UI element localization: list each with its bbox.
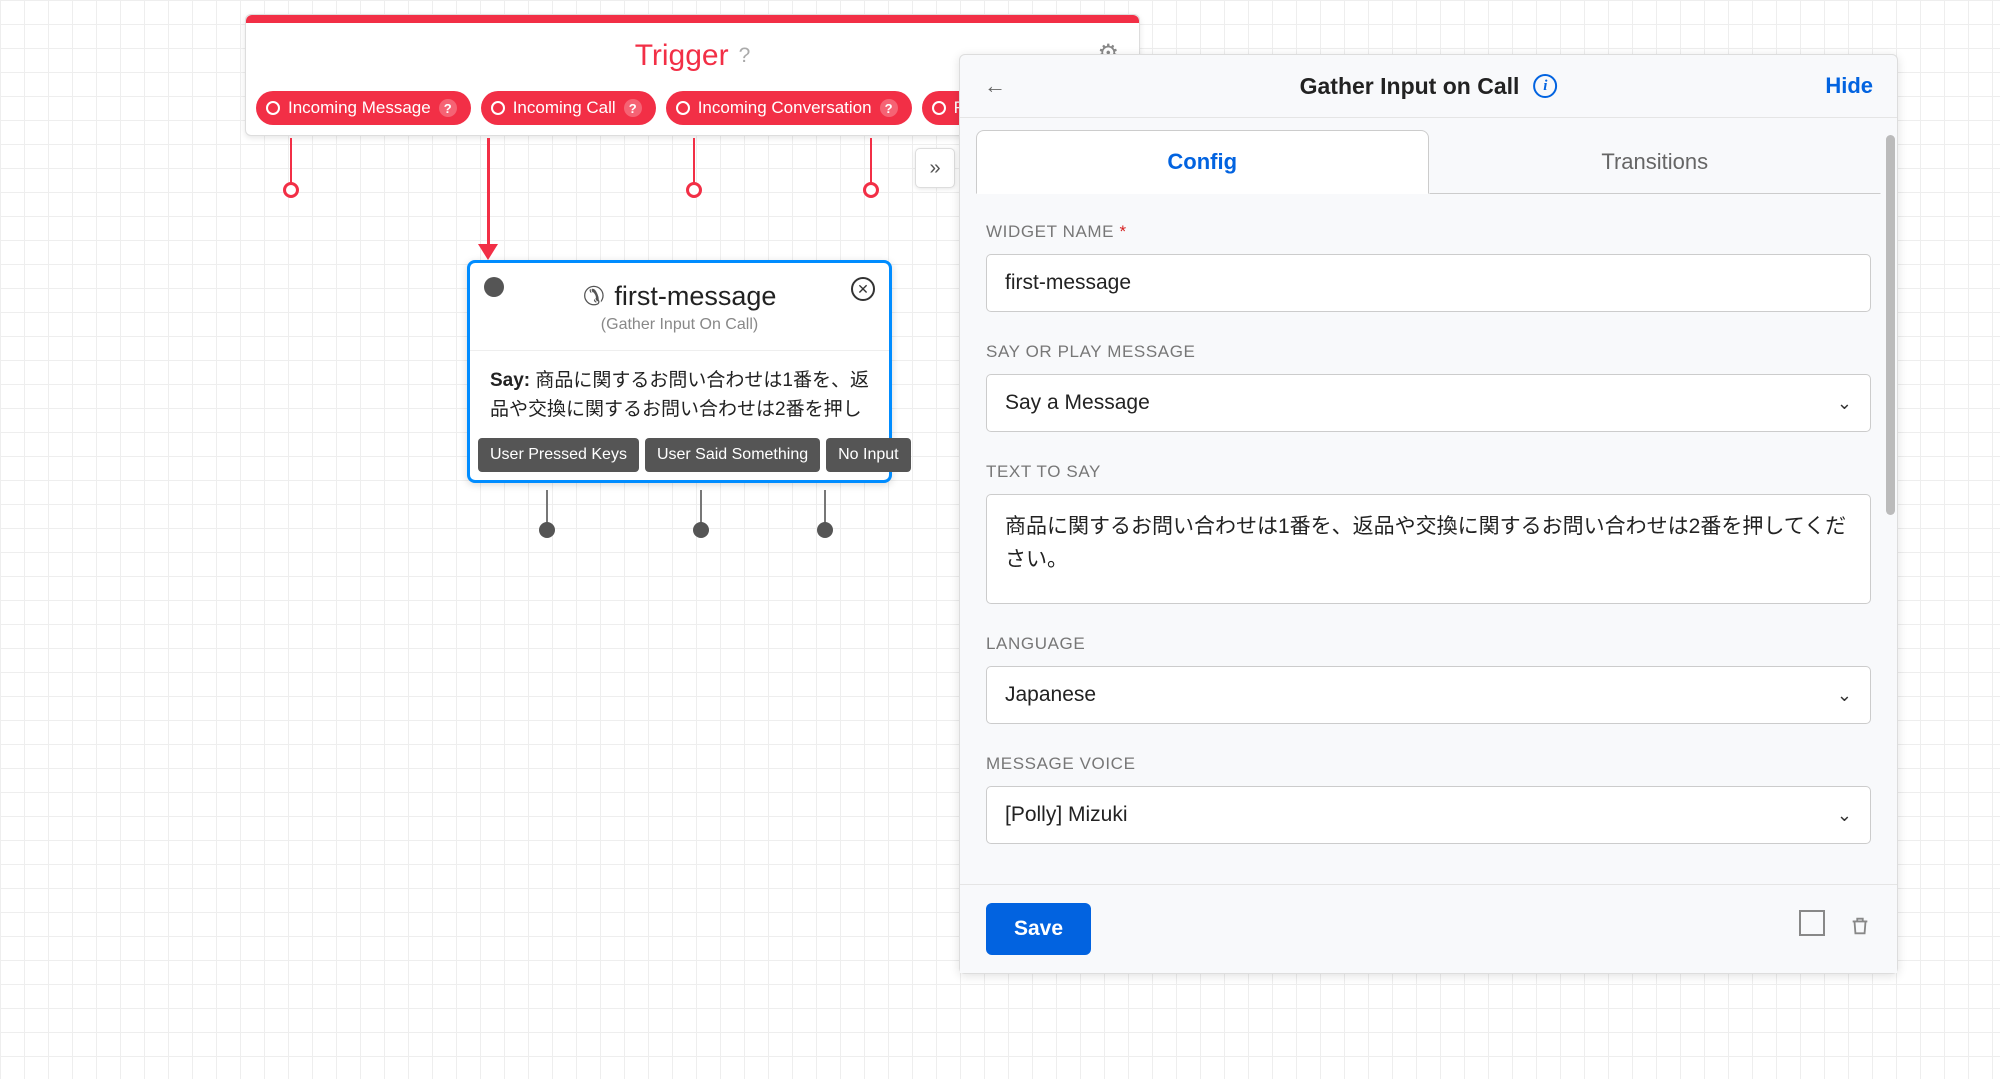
pill-label: Incoming Call	[513, 98, 616, 118]
first-message-widget[interactable]: ✕ ✆first-message (Gather Input On Call) …	[467, 260, 892, 483]
connector	[870, 138, 872, 190]
connector-dot[interactable]	[817, 522, 833, 538]
close-icon[interactable]: ✕	[851, 277, 875, 301]
trash-icon[interactable]	[1849, 914, 1871, 944]
select-value: Japanese	[1005, 683, 1096, 707]
chevron-down-icon: ⌄	[1837, 685, 1852, 706]
help-icon[interactable]: ?	[439, 99, 457, 117]
say-text: 商品に関するお問い合わせは1番を、返品や交換に関するお問い合わせは2番を押し	[490, 370, 869, 420]
connector-dot[interactable]	[283, 182, 299, 198]
chevron-down-icon: ⌄	[1837, 393, 1852, 414]
trigger-output-incoming-message[interactable]: Incoming Message?	[256, 91, 471, 125]
help-icon[interactable]: ?	[880, 99, 898, 117]
widget-name-input[interactable]	[986, 254, 1871, 312]
hide-button[interactable]: Hide	[1825, 73, 1873, 99]
connector-dot[interactable]	[539, 522, 555, 538]
pill-label: Incoming Message	[288, 98, 431, 118]
output-user-said-something[interactable]: User Said Something	[645, 438, 820, 472]
trigger-title: Trigger	[635, 39, 729, 73]
widget-body: Say: 商品に関するお問い合わせは1番を、返品や交換に関するお問い合わせは2番…	[470, 350, 889, 438]
widget-subtitle: (Gather Input On Call)	[490, 316, 869, 334]
copy-icon[interactable]	[1803, 914, 1825, 936]
panel-title: Gather Input on Call	[1300, 73, 1520, 100]
arrowhead-icon	[478, 244, 498, 260]
say-or-play-select[interactable]: Say a Message ⌄	[986, 374, 1871, 432]
connector-dot[interactable]	[863, 182, 879, 198]
config-panel: ← Gather Input on Call i Hide Config Tra…	[959, 54, 1898, 974]
help-icon[interactable]: ?	[624, 99, 642, 117]
label-language: LANGUAGE	[986, 634, 1871, 654]
output-no-input[interactable]: No Input	[826, 438, 910, 472]
language-select[interactable]: Japanese ⌄	[986, 666, 1871, 724]
phone-icon: ✆	[583, 281, 605, 312]
connector-dot[interactable]	[693, 522, 709, 538]
port-icon	[491, 101, 505, 115]
trigger-accent-bar	[246, 15, 1139, 23]
port-icon	[932, 101, 946, 115]
connector	[700, 490, 702, 530]
connector	[693, 138, 695, 190]
label-widget-name: WIDGET NAME *	[986, 222, 1871, 242]
save-button[interactable]: Save	[986, 903, 1091, 955]
info-icon[interactable]: i	[1533, 74, 1557, 98]
output-user-pressed-keys[interactable]: User Pressed Keys	[478, 438, 639, 472]
text-to-say-textarea[interactable]: 商品に関するお問い合わせは1番を、返品や交換に関するお問い合わせは2番を押してく…	[986, 494, 1871, 604]
back-arrow-icon[interactable]: ←	[984, 73, 1006, 99]
port-icon	[266, 101, 280, 115]
connector-dot[interactable]	[686, 182, 702, 198]
collapse-panel-button[interactable]: »	[915, 148, 955, 188]
voice-select[interactable]: [Polly] Mizuki ⌄	[986, 786, 1871, 844]
say-prefix: Say:	[490, 370, 530, 391]
port-icon	[676, 101, 690, 115]
input-port[interactable]	[484, 277, 504, 297]
trigger-output-incoming-call[interactable]: Incoming Call?	[481, 91, 656, 125]
select-value: Say a Message	[1005, 391, 1150, 415]
tab-transitions[interactable]: Transitions	[1429, 130, 1882, 194]
scrollbar[interactable]	[1886, 135, 1895, 515]
select-value: [Polly] Mizuki	[1005, 803, 1128, 827]
pill-label: Incoming Conversation	[698, 98, 872, 118]
connector	[546, 490, 548, 530]
panel-body: WIDGET NAME * SAY OR PLAY MESSAGE Say a …	[960, 194, 1897, 884]
chevron-down-icon: ⌄	[1837, 805, 1852, 826]
connector	[824, 490, 826, 530]
label-text-to-say: TEXT TO SAY	[986, 462, 1871, 482]
label-voice: MESSAGE VOICE	[986, 754, 1871, 774]
help-icon[interactable]: ?	[739, 44, 751, 68]
connector	[290, 138, 292, 190]
trigger-output-incoming-conversation[interactable]: Incoming Conversation?	[666, 91, 912, 125]
widget-name-text: first-message	[614, 281, 776, 312]
tab-config[interactable]: Config	[976, 130, 1429, 194]
connection-line	[487, 138, 490, 246]
label-say-or-play: SAY OR PLAY MESSAGE	[986, 342, 1871, 362]
